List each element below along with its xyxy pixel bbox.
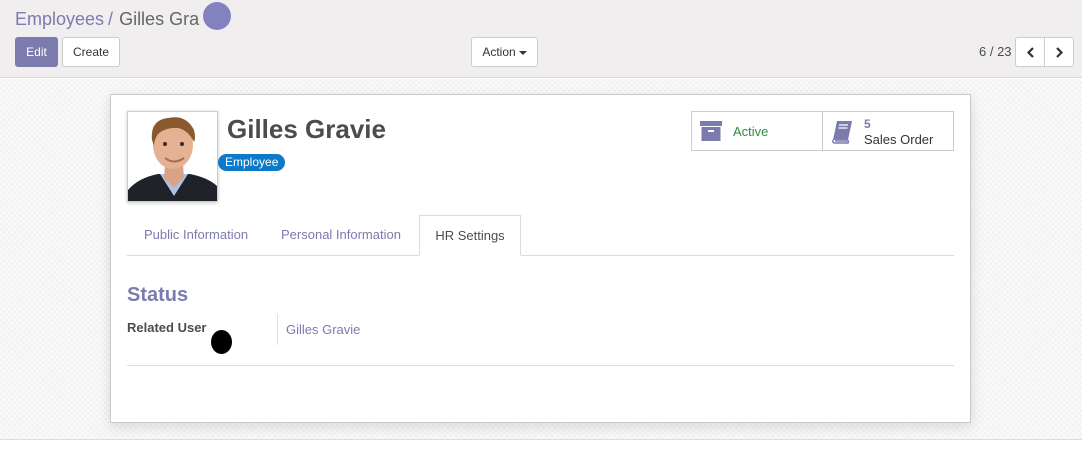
section-divider xyxy=(127,365,954,366)
book-icon xyxy=(832,121,852,144)
breadcrumb-current: Gilles Gra xyxy=(119,9,200,29)
employee-photo xyxy=(128,112,217,201)
archive-box-icon xyxy=(700,121,722,141)
employee-avatar[interactable] xyxy=(127,111,218,202)
control-panel: Employees / Gilles Gra Edit Create Action … xyxy=(0,0,1082,78)
chevron-left-icon xyxy=(1026,47,1034,58)
create-button[interactable]: Create xyxy=(62,37,120,67)
form-sheet: Gilles Gravie Employee Active 5 Sales Or… xyxy=(110,94,971,423)
caret-down-icon xyxy=(518,50,527,55)
tab-hr-settings[interactable]: HR Settings xyxy=(419,215,521,256)
action-label: Action xyxy=(482,45,516,59)
cursor-indicator xyxy=(203,2,231,30)
status-section-title: Status xyxy=(127,284,189,306)
breadcrumb-employees-link[interactable]: Employees xyxy=(15,9,104,29)
sales-order-button[interactable]: 5 Sales Order xyxy=(822,111,954,151)
breadcrumb-separator: / xyxy=(108,9,114,29)
breadcrumb: Employees / Gilles Gra xyxy=(15,8,199,30)
active-toggle-button[interactable]: Active xyxy=(691,111,823,151)
related-user-link[interactable]: Gilles Gravie xyxy=(286,322,360,337)
active-label: Active xyxy=(733,124,769,139)
pager-next-button[interactable] xyxy=(1044,37,1074,67)
tab-public-information[interactable]: Public Information xyxy=(144,215,248,256)
employee-category-tag[interactable]: Employee xyxy=(218,154,286,171)
pager-value[interactable]: 6 / 23 xyxy=(979,44,1012,59)
chevron-right-icon xyxy=(1056,47,1064,58)
pager-previous-button[interactable] xyxy=(1015,37,1045,67)
employee-name: Gilles Gravie xyxy=(227,114,386,144)
tab-personal-information[interactable]: Personal Information xyxy=(281,215,401,256)
sales-order-label: Sales Order xyxy=(864,132,934,147)
sales-order-count: 5 xyxy=(864,117,871,131)
field-divider xyxy=(277,314,278,345)
notebook-tabs: Public Information Personal Information … xyxy=(127,215,954,256)
related-user-label: Related User xyxy=(127,320,207,335)
redaction-mark xyxy=(211,330,232,354)
action-dropdown-button[interactable]: Action xyxy=(471,37,538,67)
edit-button[interactable]: Edit xyxy=(15,37,58,67)
